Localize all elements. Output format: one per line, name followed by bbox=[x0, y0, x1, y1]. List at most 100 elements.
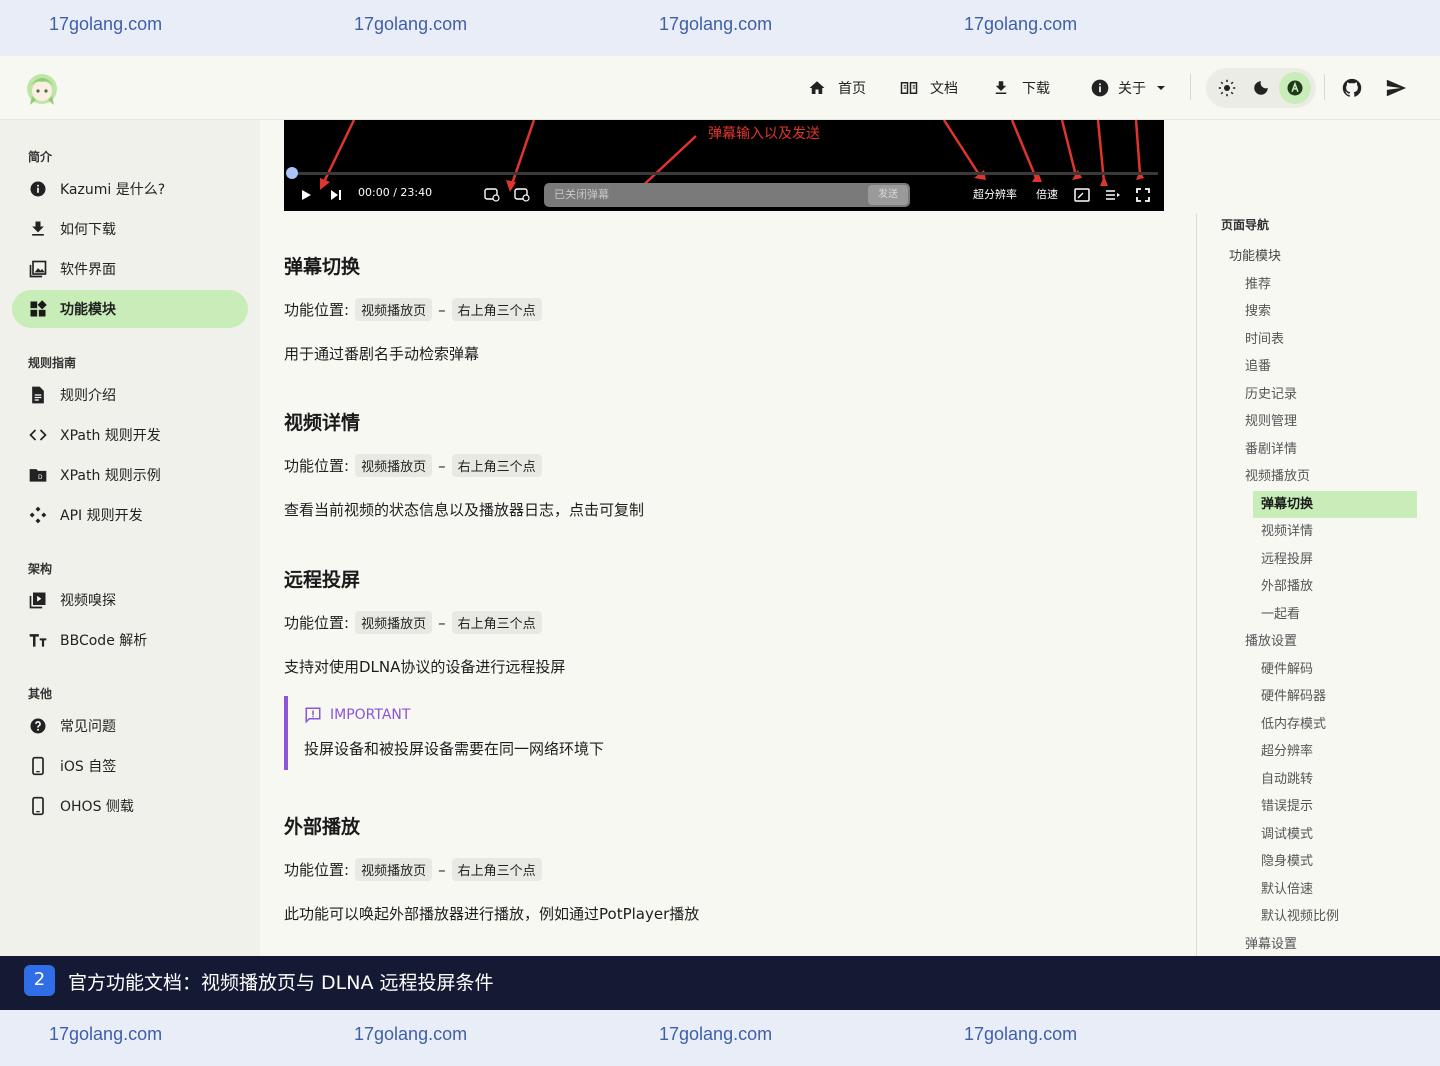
toc-item[interactable]: 规则管理 bbox=[1245, 408, 1297, 435]
watermark-text: 17golang.com bbox=[964, 1024, 1078, 1044]
toc-item[interactable]: 功能模块 bbox=[1229, 243, 1281, 270]
feedback-icon bbox=[305, 707, 321, 724]
location-code: 视频播放页 bbox=[355, 611, 433, 634]
toc-item[interactable]: 时间表 bbox=[1245, 326, 1284, 353]
toc-item[interactable]: 历史记录 bbox=[1245, 381, 1297, 408]
toc-item[interactable]: 调试模式 bbox=[1261, 821, 1313, 848]
toc-item[interactable]: 低内存模式 bbox=[1261, 711, 1326, 738]
toc-item[interactable]: 搜索 bbox=[1245, 298, 1271, 325]
nav-about-dropdown[interactable]: 关于 bbox=[1090, 76, 1166, 100]
section-heading: 视频详情 bbox=[284, 412, 361, 434]
skip-next-icon[interactable] bbox=[330, 189, 342, 201]
toc-item[interactable]: 弹幕切换 bbox=[1253, 490, 1417, 518]
toc-item[interactable]: 播放设置 bbox=[1245, 628, 1297, 655]
watermark-text: 17golang.com bbox=[354, 14, 468, 34]
gallery-icon bbox=[29, 260, 47, 278]
nav-home[interactable]: 首页 bbox=[808, 76, 866, 100]
location-label: 功能位置: bbox=[284, 614, 350, 632]
toc-item[interactable]: 追番 bbox=[1245, 353, 1271, 380]
sidebar-item-xpath-dev[interactable]: XPath 规则开发 bbox=[12, 416, 248, 454]
sidebar-item-kazumi[interactable]: Kazumi 是什么? bbox=[12, 170, 248, 208]
help-icon bbox=[30, 718, 46, 734]
toc-item[interactable]: 自动跳转 bbox=[1261, 766, 1313, 793]
toc-item[interactable]: 硬件解码器 bbox=[1261, 683, 1326, 710]
speed-button[interactable]: 倍速 bbox=[1036, 186, 1058, 202]
nav-docs[interactable]: 文档 bbox=[900, 76, 958, 100]
kazumi-logo-icon[interactable] bbox=[26, 72, 58, 106]
sidebar-item-bbcode[interactable]: BBCode 解析 bbox=[12, 621, 248, 659]
sidebar-item-download[interactable]: 如何下载 bbox=[12, 210, 248, 248]
toc-item[interactable]: 硬件解码 bbox=[1261, 656, 1313, 683]
location-code: 右上角三个点 bbox=[451, 298, 542, 321]
sidebar-item-api-dev[interactable]: API 规则开发 bbox=[12, 496, 248, 534]
watermark-text: 17golang.com bbox=[659, 14, 773, 34]
super-resolution-button[interactable]: 超分辨率 bbox=[973, 186, 1017, 202]
sidebar-item-video-sniff[interactable]: 视频嗅探 bbox=[12, 581, 248, 619]
section-heading: 弹幕切换 bbox=[284, 256, 361, 278]
main-content: 弹幕输入以及发送 00:00 / 23:40 已关闭弹幕 发送 超分辨率 倍速 … bbox=[260, 120, 1196, 956]
send-icon[interactable] bbox=[1385, 77, 1407, 99]
toc-item[interactable]: 番剧详情 bbox=[1245, 436, 1297, 463]
toc-item[interactable]: 默认视频比例 bbox=[1261, 903, 1339, 930]
danmaku-settings-icon[interactable] bbox=[514, 186, 530, 202]
light-theme-button[interactable] bbox=[1211, 72, 1243, 104]
important-callout: IMPORTANT 投屏设备和被投屏设备需要在同一网络环境下 bbox=[284, 696, 1164, 770]
fullscreen-icon[interactable] bbox=[1135, 187, 1151, 203]
toc-item[interactable]: 推荐 bbox=[1245, 271, 1271, 298]
sidebar-section-title: 架构 bbox=[28, 562, 53, 576]
section-description: 此功能可以唤起外部播放器进行播放，例如通过PotPlayer播放 bbox=[284, 905, 700, 923]
toc-item[interactable]: 视频播放页 bbox=[1245, 463, 1310, 490]
toc-item[interactable]: 错误提示 bbox=[1261, 793, 1313, 820]
sidebar-item-ui[interactable]: 软件界面 bbox=[12, 250, 248, 288]
site-header: 首页 文档 下载 关于 bbox=[0, 56, 1440, 120]
location-code: 视频播放页 bbox=[355, 298, 433, 321]
toc-item[interactable]: 隐身模式 bbox=[1261, 848, 1313, 875]
download-icon bbox=[32, 221, 44, 236]
page-toc: 页面导航 功能模块 推荐 搜索 时间表 追番 历史记录 规则管理 番剧详情 视频播放页 弹幕切换视… bbox=[1196, 214, 1440, 956]
toc-item[interactable]: 外部播放 bbox=[1261, 573, 1313, 600]
feature-location: 功能位置: 视频播放页 – 右上角三个点 bbox=[284, 611, 548, 634]
location-code: 右上角三个点 bbox=[451, 454, 542, 477]
download-icon bbox=[995, 81, 1007, 94]
sidebar-item-faq[interactable]: 常见问题 bbox=[12, 707, 248, 745]
play-icon[interactable] bbox=[300, 189, 312, 201]
feature-location: 功能位置: 视频播放页 – 右上角三个点 bbox=[284, 858, 548, 881]
toc-item[interactable]: 弹幕设置 bbox=[1245, 931, 1297, 957]
toc-item[interactable]: 一起看 bbox=[1261, 601, 1300, 628]
sidebar-section-title: 规则指南 bbox=[28, 356, 77, 370]
moon-icon bbox=[1254, 81, 1268, 95]
chevron-down-icon bbox=[1157, 86, 1165, 90]
location-separator: – bbox=[438, 456, 446, 475]
sidebar-item-xpath-example[interactable]: D XPath 规则示例 bbox=[12, 456, 248, 494]
toc-item[interactable]: 默认倍速 bbox=[1261, 876, 1313, 903]
episode-list-icon[interactable] bbox=[1105, 187, 1121, 203]
progress-track[interactable] bbox=[292, 172, 1158, 175]
location-label: 功能位置: bbox=[284, 301, 350, 319]
auto-theme-button[interactable] bbox=[1279, 72, 1311, 104]
aspect-ratio-icon[interactable] bbox=[1074, 187, 1090, 203]
danmaku-toggle-icon[interactable] bbox=[484, 186, 500, 202]
github-icon[interactable] bbox=[1341, 77, 1363, 99]
toc-item[interactable]: 远程投屏 bbox=[1261, 546, 1313, 573]
nav-download[interactable]: 下载 bbox=[992, 76, 1050, 100]
code-icon bbox=[29, 429, 47, 441]
toc-item[interactable]: 超分辨率 bbox=[1261, 738, 1313, 765]
dark-theme-button[interactable] bbox=[1245, 72, 1277, 104]
sidebar-item-ohos[interactable]: OHOS 侧载 bbox=[12, 787, 248, 825]
location-separator: – bbox=[438, 860, 446, 879]
sidebar-item-rules-intro[interactable]: 规则介绍 bbox=[12, 376, 248, 414]
sidebar-item-label: iOS 自签 bbox=[60, 759, 117, 775]
danmaku-input[interactable]: 已关闭弹幕 bbox=[544, 183, 910, 207]
nav-label: 下载 bbox=[1022, 81, 1050, 97]
location-code: 右上角三个点 bbox=[451, 858, 542, 881]
sidebar-item-features[interactable]: 功能模块 bbox=[12, 290, 248, 328]
toc-item[interactable]: 视频详情 bbox=[1261, 518, 1313, 545]
sidebar-item-ios[interactable]: iOS 自签 bbox=[12, 747, 248, 785]
nav-divider bbox=[1324, 74, 1325, 100]
location-code: 视频播放页 bbox=[355, 858, 433, 881]
location-code: 视频播放页 bbox=[355, 454, 433, 477]
danmaku-send-button[interactable]: 发送 bbox=[868, 185, 908, 205]
progress-knob[interactable] bbox=[286, 167, 298, 179]
watermark-text: 17golang.com bbox=[659, 1024, 773, 1044]
phone-icon bbox=[32, 756, 44, 776]
